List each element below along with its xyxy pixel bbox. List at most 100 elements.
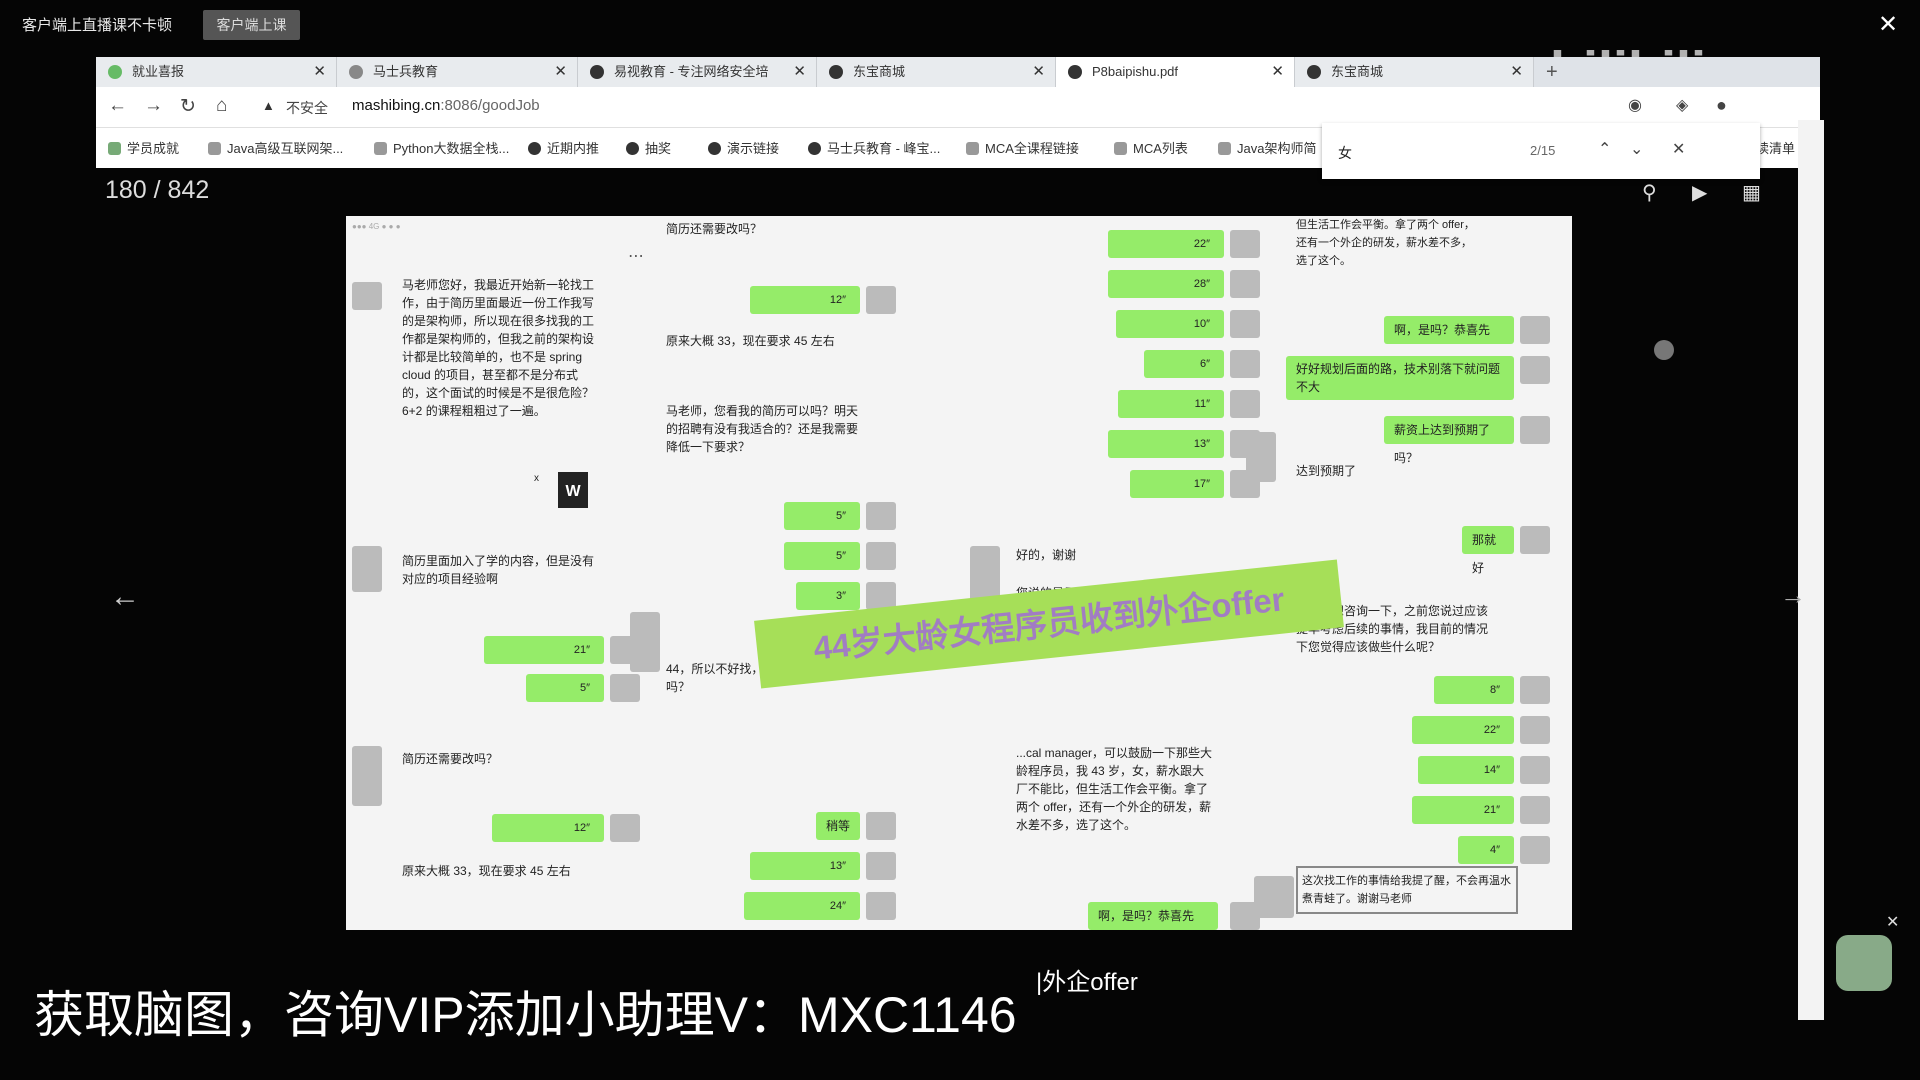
avatar <box>352 546 382 592</box>
bookmark-label: 近期内推 <box>547 141 600 156</box>
bookmark-item[interactable]: 演示链接 <box>708 138 779 157</box>
tab-label: 就业喜报 <box>132 64 185 79</box>
word-file-icon: W <box>558 472 588 508</box>
tab-job-news[interactable]: 就业喜报 ✕ <box>96 57 337 87</box>
url-input[interactable]: mashibing.cn:8086/goodJob <box>352 97 540 114</box>
bookmark-icon <box>108 142 121 155</box>
bookmark-item[interactable]: Java架构师简 <box>1218 138 1316 157</box>
tab-favicon-icon <box>108 65 122 79</box>
tab-close-icon[interactable]: ✕ <box>1510 57 1523 87</box>
voice-message: 5″ <box>784 502 860 530</box>
bookmark-icon <box>208 142 221 155</box>
chat-message-green: 啊，是吗？恭喜先 <box>1384 316 1514 344</box>
voice-message: 14″ <box>1418 756 1514 784</box>
bookmark-icon <box>626 142 639 155</box>
find-close-icon[interactable]: ✕ <box>1672 139 1685 159</box>
avatar <box>1230 310 1260 338</box>
play-icon[interactable]: ▶ <box>1692 180 1707 205</box>
bookmark-label: Java高级互联网架... <box>227 141 344 156</box>
tab-close-icon[interactable]: ✕ <box>1271 57 1284 87</box>
search-icon[interactable]: ⚲ <box>1642 180 1657 205</box>
bookmark-item[interactable]: 学员成就 <box>108 138 179 157</box>
avatar <box>866 502 896 530</box>
bookmark-icon <box>966 142 979 155</box>
bookmark-item[interactable]: 抽奖 <box>626 138 671 157</box>
voice-message: 4″ <box>1458 836 1514 864</box>
url-host: mashibing.cn <box>352 97 441 114</box>
mascot-close-icon[interactable]: ✕ <box>1886 912 1899 932</box>
avatar <box>1520 526 1550 554</box>
voice-message: 13″ <box>750 852 860 880</box>
mouse-cursor-icon <box>1654 340 1674 360</box>
back-icon[interactable]: ← <box>108 95 127 117</box>
tab-close-icon[interactable]: ✕ <box>1032 57 1045 87</box>
mascot-icon[interactable] <box>1836 935 1892 991</box>
tab-label: P8baipishu.pdf <box>1092 64 1179 79</box>
warning-icon: ▲ <box>262 98 275 113</box>
profile-icon[interactable]: ● <box>1716 95 1727 116</box>
find-input[interactable]: 女 <box>1338 143 1352 163</box>
chat-message: 达到预期了 <box>1296 464 1357 478</box>
voice-message: 24″ <box>744 892 860 920</box>
avatar <box>1520 716 1550 744</box>
new-tab-button[interactable]: + <box>1546 57 1558 87</box>
avatar <box>1246 432 1276 482</box>
tab-dongbao-1[interactable]: 东宝商城 ✕ <box>817 57 1056 87</box>
prev-page-arrow[interactable]: ← <box>110 580 140 614</box>
voice-message: 21″ <box>484 636 604 664</box>
find-count: 2/15 <box>1530 143 1556 158</box>
bookmark-item[interactable]: 马士兵教育 - 峰宝... <box>808 138 940 157</box>
tab-label: 东宝商城 <box>1331 64 1384 79</box>
tab-close-icon[interactable]: ✕ <box>793 57 806 87</box>
avatar <box>1230 230 1260 258</box>
voice-message: 11″ <box>1118 390 1224 418</box>
voice-message: 5″ <box>526 674 604 702</box>
tab-pdf[interactable]: P8baipishu.pdf ✕ <box>1056 57 1295 87</box>
voice-message: 8″ <box>1434 676 1514 704</box>
avatar <box>1520 796 1550 824</box>
avatar <box>1230 390 1260 418</box>
bookmark-item[interactable]: 近期内推 <box>528 138 599 157</box>
reload-icon[interactable]: ↻ <box>180 95 196 118</box>
find-bar: 女 2/15 ⌃ ⌄ ✕ <box>1322 123 1760 179</box>
chat-message: ...cal manager，可以鼓励一下那些大龄程序员，我 43 岁，女，薪水… <box>1016 746 1213 832</box>
tab-close-icon[interactable]: ✕ <box>313 57 326 87</box>
status-bar: ●●● 4G ● ● ● <box>352 222 401 231</box>
bookmark-item[interactable]: Python大数据全栈... <box>374 138 509 157</box>
tab-dongbao-2[interactable]: 东宝商城 ✕ <box>1295 57 1534 87</box>
tab-yishi[interactable]: 易视教育 - 专注网络安全培 ✕ <box>578 57 817 87</box>
bookmark-item[interactable]: MCA列表 <box>1114 138 1188 157</box>
forward-icon[interactable]: → <box>144 95 163 117</box>
avatar <box>610 814 640 842</box>
bookmark-icon <box>374 142 387 155</box>
sync-icon[interactable]: ◈ <box>1676 95 1688 115</box>
bookmark-item[interactable]: Java高级互联网架... <box>208 138 343 157</box>
tab-mashibing[interactable]: 马士兵教育 ✕ <box>337 57 578 87</box>
chat-message: 好的，谢谢 <box>1016 548 1077 562</box>
avatar <box>1520 416 1550 444</box>
close-icon[interactable]: ✕ <box>1878 10 1898 39</box>
next-page-arrow[interactable]: → <box>1780 580 1806 611</box>
home-icon[interactable]: ⌂ <box>216 95 227 117</box>
bookmark-icon <box>528 142 541 155</box>
avatar <box>866 286 896 314</box>
client-class-button[interactable]: 客户端上课 <box>203 10 300 40</box>
chat-message: 但生活工作会平衡。拿了两个 offer，还有一个外企的研发，薪水差不多，选了这个… <box>1296 219 1475 267</box>
app-title: 客户端上直播课不卡顿 <box>22 17 173 34</box>
tab-favicon-icon <box>1307 65 1321 79</box>
tab-close-icon[interactable]: ✕ <box>554 57 567 87</box>
grid-icon[interactable]: ▦ <box>1742 180 1761 205</box>
chat-column-1: ●●● 4G ● ● ● ⋯ 马老师您好，我最近开始新一轮找工作，由于简历里面最… <box>346 216 656 930</box>
extension-icon[interactable]: ◉ <box>1628 95 1642 115</box>
page-counter: 180 / 842 <box>105 176 210 204</box>
chat-message-green: 好好规划后面的路，技术别落下就问题不大 <box>1286 356 1514 400</box>
find-previous-icon[interactable]: ⌃ <box>1598 139 1611 159</box>
bookmark-icon <box>808 142 821 155</box>
bookmark-item[interactable]: MCA全课程链接 <box>966 138 1079 157</box>
find-next-icon[interactable]: ⌄ <box>1630 139 1643 159</box>
avatar <box>970 546 1000 602</box>
bookmark-icon <box>1218 142 1231 155</box>
tab-label: 易视教育 - 专注网络安全培 <box>614 64 769 79</box>
bookmark-label: Python大数据全栈... <box>393 141 510 156</box>
avatar <box>610 674 640 702</box>
